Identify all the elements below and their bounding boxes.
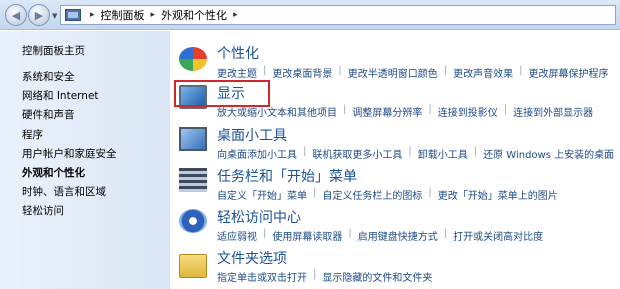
link-change-screensaver[interactable]: 更改屏幕保护程序	[529, 65, 609, 80]
nav-user-accounts[interactable]: 用户帐户和家庭安全	[22, 146, 117, 161]
link-separator: |	[348, 228, 352, 239]
link-add-gadgets[interactable]: 向桌面添加小工具	[217, 146, 297, 161]
left-navigation: 控制面板主页 系统和安全 网络和 Internet 硬件和声音 程序 用户帐户和…	[0, 31, 170, 289]
taskbar-icon	[179, 168, 207, 192]
category-links: 指定单击或双击打开 | 显示隐藏的文件和文件夹	[217, 269, 432, 284]
nav-control-panel-home[interactable]: 控制面板主页	[22, 43, 85, 58]
back-arrow-icon: ◀	[11, 8, 21, 22]
breadcrumb-separator[interactable]: ▸	[233, 10, 238, 20]
link-separator: |	[428, 104, 432, 115]
link-separator: |	[443, 65, 448, 76]
breadcrumb-appearance[interactable]: 外观和个性化	[161, 7, 227, 23]
link-connect-projector[interactable]: 连接到投影仪	[438, 104, 498, 119]
link-separator: |	[443, 228, 448, 239]
link-single-double-click[interactable]: 指定单击或双击打开	[217, 269, 307, 284]
link-connect-external-display[interactable]: 连接到外部显示器	[513, 104, 593, 119]
highlight-annotation-box	[174, 80, 270, 107]
nav-network-internet[interactable]: 网络和 Internet	[22, 88, 99, 103]
desktop-gadgets-icon	[179, 127, 207, 151]
category-title[interactable]: 任务栏和「开始」菜单	[217, 166, 357, 186]
link-change-start-picture[interactable]: 更改「开始」菜单上的图片	[438, 187, 558, 202]
ease-of-access-icon	[179, 209, 207, 233]
breadcrumb-separator[interactable]: ▸	[90, 10, 95, 20]
link-separator: |	[503, 104, 508, 115]
link-separator: |	[338, 65, 342, 76]
breadcrumb-control-panel[interactable]: 控制面板	[101, 7, 145, 23]
category-links: 放大或缩小文本和其他项目 | 调整屏幕分辨率 | 连接到投影仪 | 连接到外部显示器	[217, 104, 593, 119]
link-separator: |	[263, 228, 267, 239]
link-customize-taskbar-icons[interactable]: 自定义任务栏上的图标	[322, 187, 422, 202]
address-box[interactable]: ▸ 控制面板 ▸ 外观和个性化 ▸	[60, 5, 616, 25]
link-separator: |	[519, 65, 523, 76]
link-screen-reader[interactable]: 使用屏幕读取器	[272, 228, 342, 243]
link-change-background[interactable]: 更改桌面背景	[272, 65, 332, 80]
back-button[interactable]: ◀	[5, 4, 27, 26]
link-screen-resolution[interactable]: 调整屏幕分辨率	[352, 104, 422, 119]
forward-arrow-icon: ▶	[34, 8, 44, 22]
main-content: 个性化 更改主题 | 更改桌面背景 | 更改半透明窗口颜色 | 更改声音效果 | 更改屏…	[171, 31, 620, 289]
nav-hardware-sound[interactable]: 硬件和声音	[22, 107, 75, 122]
breadcrumb-separator[interactable]: ▸	[151, 10, 156, 20]
link-uninstall-gadget[interactable]: 卸载小工具	[418, 146, 468, 161]
link-low-vision[interactable]: 适应弱视	[217, 228, 257, 243]
address-bar: ◀ ▶ ▼ ▸ 控制面板 ▸ 外观和个性化 ▸	[0, 0, 620, 30]
link-separator: |	[303, 146, 307, 157]
category-links: 自定义「开始」菜单 | 自定义任务栏上的图标 | 更改「开始」菜单上的图片	[217, 187, 558, 202]
link-customize-start-menu[interactable]: 自定义「开始」菜单	[217, 187, 307, 202]
folder-options-icon	[179, 254, 207, 278]
control-panel-icon	[65, 9, 81, 21]
link-get-more-gadgets[interactable]: 联机获取更多小工具	[312, 146, 402, 161]
link-change-theme[interactable]: 更改主题	[217, 65, 257, 80]
link-separator: |	[428, 187, 432, 198]
category-links: 更改主题 | 更改桌面背景 | 更改半透明窗口颜色 | 更改声音效果 | 更改屏幕保护程…	[217, 65, 609, 80]
link-separator: |	[263, 65, 267, 76]
link-show-hidden-files[interactable]: 显示隐藏的文件和文件夹	[322, 269, 432, 284]
nav-system-security[interactable]: 系统和安全	[22, 69, 75, 84]
link-change-glass-color[interactable]: 更改半透明窗口颜色	[348, 65, 438, 80]
link-separator: |	[473, 146, 478, 157]
link-change-sounds[interactable]: 更改声音效果	[453, 65, 513, 80]
link-separator: |	[313, 187, 317, 198]
link-high-contrast[interactable]: 打开或关闭高对比度	[453, 228, 543, 243]
link-separator: |	[343, 104, 347, 115]
nav-appearance-current[interactable]: 外观和个性化	[22, 165, 85, 180]
link-restore-gadgets[interactable]: 还原 Windows 上安装的桌面	[483, 146, 614, 161]
forward-button[interactable]: ▶	[28, 4, 50, 26]
category-title[interactable]: 桌面小工具	[217, 125, 287, 145]
link-separator: |	[313, 269, 317, 280]
category-title[interactable]: 文件夹选项	[217, 248, 287, 268]
personalization-icon	[179, 47, 207, 71]
category-links: 适应弱视 | 使用屏幕读取器 | 启用键盘快捷方式 | 打开或关闭高对比度	[217, 228, 543, 243]
category-title[interactable]: 轻松访问中心	[217, 207, 301, 227]
category-links: 向桌面添加小工具 | 联机获取更多小工具 | 卸载小工具 | 还原 Windows 上…	[217, 146, 614, 161]
link-keyboard-shortcuts[interactable]: 启用键盘快捷方式	[358, 228, 438, 243]
nav-ease-of-access[interactable]: 轻松访问	[22, 203, 64, 218]
nav-clock-language-region[interactable]: 时钟、语言和区域	[22, 184, 106, 199]
category-title[interactable]: 个性化	[217, 43, 259, 63]
recent-pages-dropdown[interactable]: ▼	[52, 12, 57, 20]
link-separator: |	[408, 146, 412, 157]
nav-programs[interactable]: 程序	[22, 127, 43, 142]
